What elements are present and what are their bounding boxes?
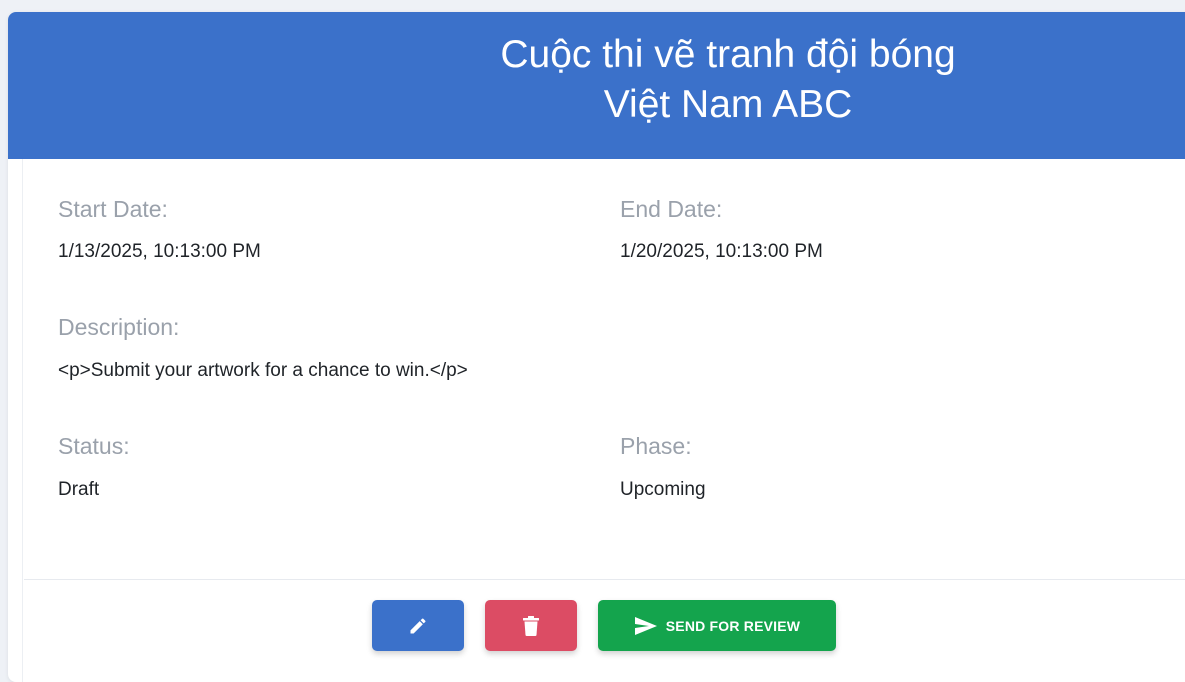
contest-title: Cuộc thi vẽ tranh đội bóng Việt Nam ABC bbox=[428, 30, 1028, 130]
footer-divider bbox=[24, 579, 1185, 580]
pencil-icon bbox=[408, 616, 428, 636]
status-value: Draft bbox=[58, 479, 100, 500]
description-label: Description: bbox=[58, 314, 180, 340]
send-for-review-label: SEND FOR REVIEW bbox=[665, 617, 801, 634]
card-header: Cuộc thi vẽ tranh đội bóng Việt Nam ABC bbox=[8, 12, 1185, 159]
trash-icon bbox=[522, 615, 540, 636]
edit-button[interactable] bbox=[372, 600, 464, 651]
send-icon bbox=[634, 616, 658, 636]
delete-button[interactable] bbox=[485, 600, 577, 651]
contest-card: Cuộc thi vẽ tranh đội bóng Việt Nam ABC … bbox=[8, 12, 1185, 682]
description-value: <p>Submit your artwork for a chance to w… bbox=[58, 360, 468, 381]
send-for-review-button[interactable]: SEND FOR REVIEW bbox=[598, 600, 836, 651]
end-date-label: End Date: bbox=[620, 196, 723, 222]
phase-label: Phase: bbox=[620, 433, 692, 459]
end-date-value: 1/20/2025, 10:13:00 PM bbox=[620, 241, 823, 262]
status-label: Status: bbox=[58, 433, 130, 459]
card-left-border bbox=[22, 159, 23, 682]
contest-title-line2: Việt Nam ABC bbox=[603, 83, 853, 126]
contest-title-line1: Cuộc thi vẽ tranh đội bóng bbox=[500, 33, 956, 76]
start-date-label: Start Date: bbox=[58, 196, 168, 222]
phase-value: Upcoming bbox=[620, 479, 706, 500]
start-date-value: 1/13/2025, 10:13:00 PM bbox=[58, 241, 261, 262]
